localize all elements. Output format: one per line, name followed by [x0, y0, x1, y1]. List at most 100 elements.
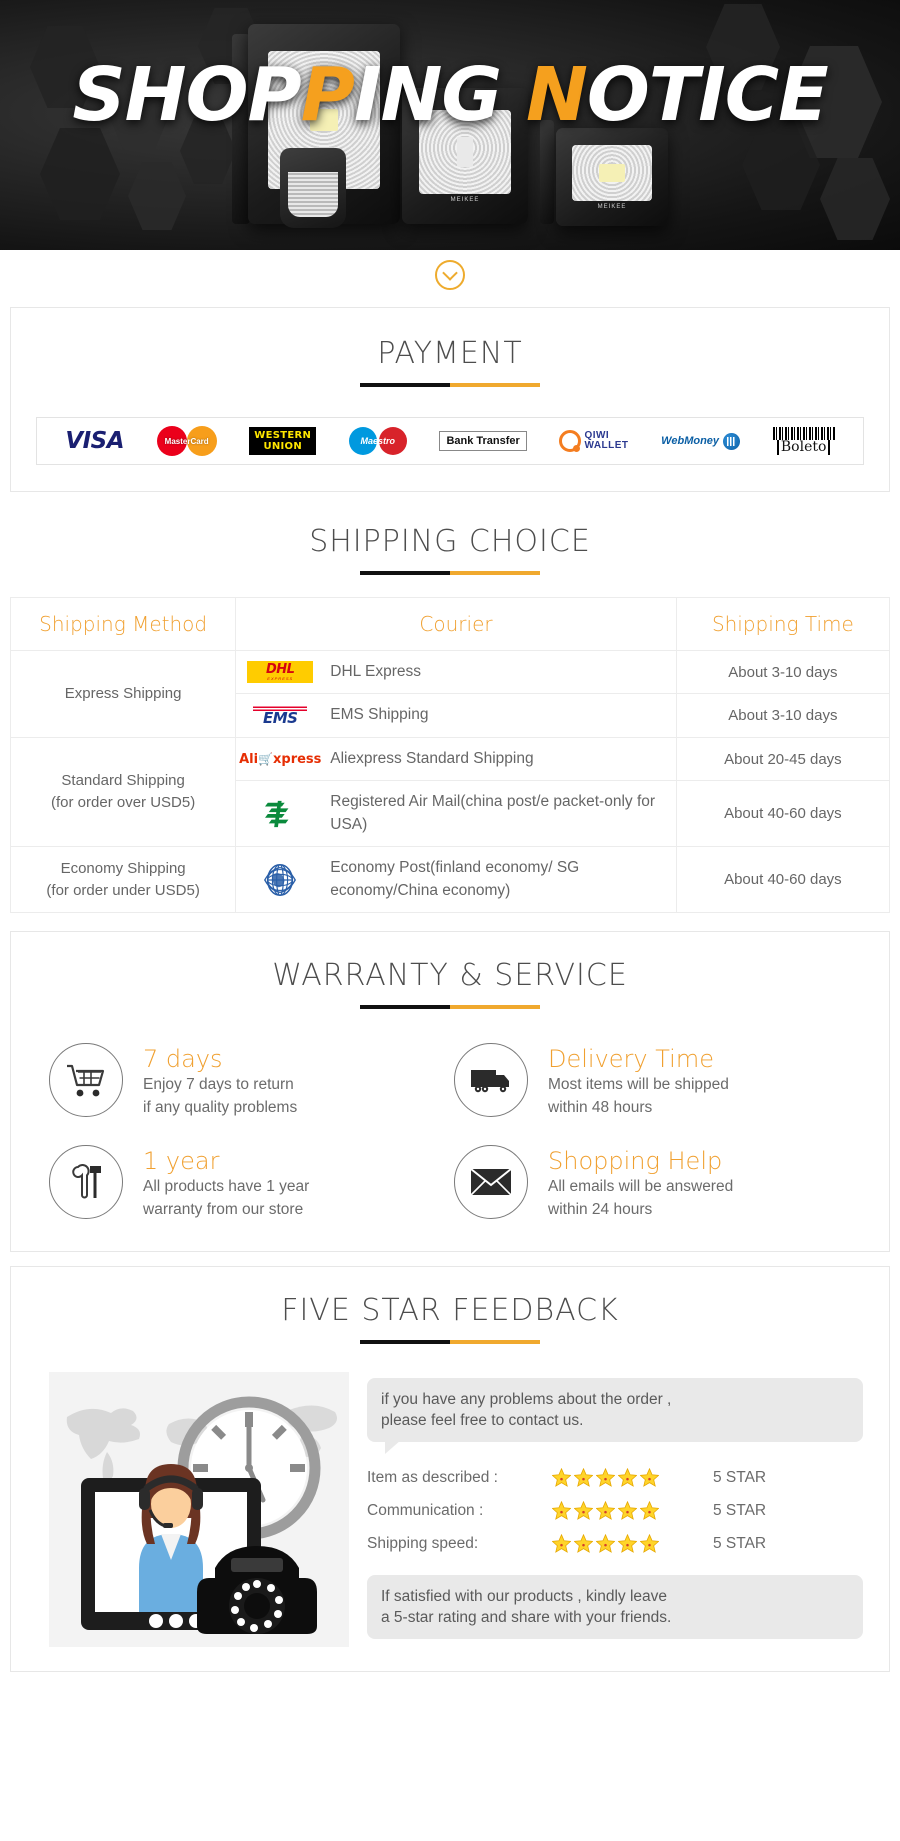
star-icon	[552, 1468, 571, 1488]
dhl-logo: DHL EXPRESS	[244, 661, 316, 684]
motion-sensor	[280, 148, 346, 228]
feedback-top-bubble: if you have any problems about the order…	[367, 1378, 863, 1455]
envelope-icon	[454, 1145, 528, 1220]
star-rating	[552, 1468, 697, 1488]
star-rating	[552, 1534, 697, 1554]
webmoney-logo: WebMoney	[661, 432, 741, 450]
un-post-logo	[244, 861, 316, 899]
feature-1-year: 1 year All products have 1 year warranty…	[49, 1145, 454, 1221]
rating-label: Shipping speed:	[367, 1534, 479, 1552]
warranty-heading: WARRANTY & SERVICE	[272, 958, 628, 994]
warranty-feature-grid: 7 days Enjoy 7 days to return if any qua…	[11, 1009, 889, 1221]
feature-desc-line2: warranty from our store	[143, 1201, 304, 1219]
shopping-cart-icon	[49, 1043, 123, 1118]
shipping-heading: SHIPPING CHOICE	[309, 524, 591, 559]
un-globe-icon	[264, 863, 297, 896]
payment-section: PAYMENT VISA MasterCard WESTERN UNION Ma…	[10, 307, 890, 492]
bank-transfer-logo: Bank Transfer	[439, 431, 527, 451]
method-standard-shipping: Standard Shipping (for order over USD5)	[9, 736, 237, 848]
star-icon	[618, 1501, 637, 1521]
star-icon	[574, 1534, 593, 1554]
delivery-truck-icon	[454, 1043, 528, 1118]
rating-row-shipping-speed: Shipping speed: 5 STAR	[367, 1534, 863, 1554]
rating-label: Item as described :	[367, 1468, 498, 1486]
feedback-section: FIVE STAR FEEDBACK if you have any probl…	[10, 1266, 890, 1673]
time-cell: About 40-60 days	[675, 846, 891, 914]
boleto-logo: Boleto	[772, 427, 835, 455]
star-icon	[640, 1468, 659, 1488]
feedback-heading-rule	[360, 1340, 540, 1345]
feature-title: 1 year	[143, 1147, 220, 1176]
shopping-notice-page: MEIKEE MEIKEE MEIKEE SHOPPING NOTICE	[0, 0, 900, 1673]
mastercard-logo: MasterCard	[156, 426, 217, 456]
flood-lamp-right: MEIKEE	[556, 128, 668, 226]
banner-title: SHOPPING NOTICE	[0, 52, 900, 138]
feature-desc-line2: if any quality problems	[143, 1099, 298, 1117]
feedback-body: if you have any problems about the order…	[11, 1344, 889, 1648]
col-header-courier: Courier	[419, 612, 493, 636]
feedback-bottom-bubble: If satisfied with our products , kindly …	[367, 1575, 863, 1640]
banner-title-part3: OTICE	[586, 52, 829, 138]
time-cell: About 3-10 days	[675, 693, 891, 738]
western-union-logo: WESTERN UNION	[249, 427, 317, 455]
feature-desc-line1: All products have 1 year	[143, 1178, 310, 1196]
warranty-section: WARRANTY & SERVICE 7 days Enjoy 7 days t…	[10, 931, 890, 1253]
star-icon	[574, 1468, 593, 1488]
lamp-brand-label-middle: MEIKEE	[450, 196, 480, 203]
chevron-down-icon[interactable]	[435, 260, 465, 290]
visa-logo: VISA	[65, 428, 125, 454]
col-header-shipping-time: Shipping Time	[711, 612, 854, 636]
star-icon	[640, 1534, 659, 1554]
ems-logo: EMS	[244, 705, 316, 726]
lamp-brand-label-right: MEIKEE	[597, 203, 627, 210]
maestro-logo: Maestro	[348, 427, 407, 455]
feedback-top-bubble-line1: if you have any problems about the order…	[381, 1391, 672, 1409]
feature-title: Shopping Help	[548, 1147, 723, 1176]
banner-title-accent1: P	[300, 52, 355, 138]
aliexpress-logo: Ali 🛒 xpress	[239, 751, 322, 767]
star-icon	[618, 1468, 637, 1488]
hero-banner: MEIKEE MEIKEE MEIKEE SHOPPING NOTICE	[0, 0, 900, 250]
method-express-shipping: Express Shipping	[9, 650, 237, 738]
star-icon	[596, 1501, 615, 1521]
banner-title-accent2: N	[525, 52, 588, 138]
shipping-section-header: SHIPPING CHOICE	[0, 506, 900, 575]
feature-7-days: 7 days Enjoy 7 days to return if any qua…	[49, 1043, 454, 1119]
feedback-bottom-bubble-line1: If satisfied with our products , kindly …	[381, 1588, 668, 1606]
banner-title-part1: SHOP	[72, 52, 301, 138]
customer-service-illustration	[49, 1372, 349, 1648]
feedback-right-column: if you have any problems about the order…	[367, 1372, 863, 1647]
feedback-top-bubble-line2: please feel free to contact us.	[381, 1412, 584, 1430]
banner-title-part2: ING	[353, 52, 526, 138]
star-icon	[618, 1534, 637, 1554]
feature-desc-line1: Most items will be shipped	[548, 1076, 729, 1094]
feature-desc-line2: within 48 hours	[548, 1099, 653, 1117]
rating-value: 5 STAR	[713, 1468, 767, 1486]
table-row: Express Shipping DHL EXPRESS DHL Express …	[9, 649, 891, 738]
feedback-heading: FIVE STAR FEEDBACK	[281, 1293, 619, 1329]
feature-desc-line2: within 24 hours	[548, 1201, 653, 1219]
courier-cell-aliexpress: Ali 🛒 xpress Aliexpress Standard Shipping	[235, 736, 677, 782]
table-row: Economy Shipping (for order under USD5)	[9, 846, 891, 914]
col-header-shipping-method: Shipping Method	[39, 612, 208, 636]
star-icon	[596, 1468, 615, 1488]
scroll-down-button[interactable]	[0, 250, 900, 307]
tools-icon	[49, 1145, 123, 1220]
feature-title: Delivery Time	[548, 1045, 714, 1074]
rating-row-communication: Communication : 5 STAR	[367, 1501, 863, 1521]
rating-value: 5 STAR	[713, 1534, 767, 1552]
rating-rows: Item as described : 5 STAR Communication…	[367, 1468, 863, 1554]
star-icon	[640, 1501, 659, 1521]
star-icon	[552, 1501, 571, 1521]
star-icon	[596, 1534, 615, 1554]
warranty-heading-rule	[360, 1005, 540, 1010]
feedback-bottom-bubble-line2: a 5-star rating and share with your frie…	[381, 1609, 672, 1627]
courier-cell-china-post: Registered Air Mail(china post/e packet-…	[235, 780, 677, 848]
feature-shopping-help: Shopping Help All emails will be answere…	[454, 1145, 859, 1221]
payment-heading: PAYMENT	[377, 336, 523, 371]
payment-methods-strip: VISA MasterCard WESTERN UNION Maestro Ba…	[36, 417, 864, 465]
courier-cell-dhl: DHL EXPRESS DHL Express	[235, 649, 677, 695]
payment-heading-rule	[360, 383, 540, 387]
qiwi-wallet-logo: QIWI WALLET	[559, 430, 628, 452]
star-icon	[552, 1534, 571, 1554]
